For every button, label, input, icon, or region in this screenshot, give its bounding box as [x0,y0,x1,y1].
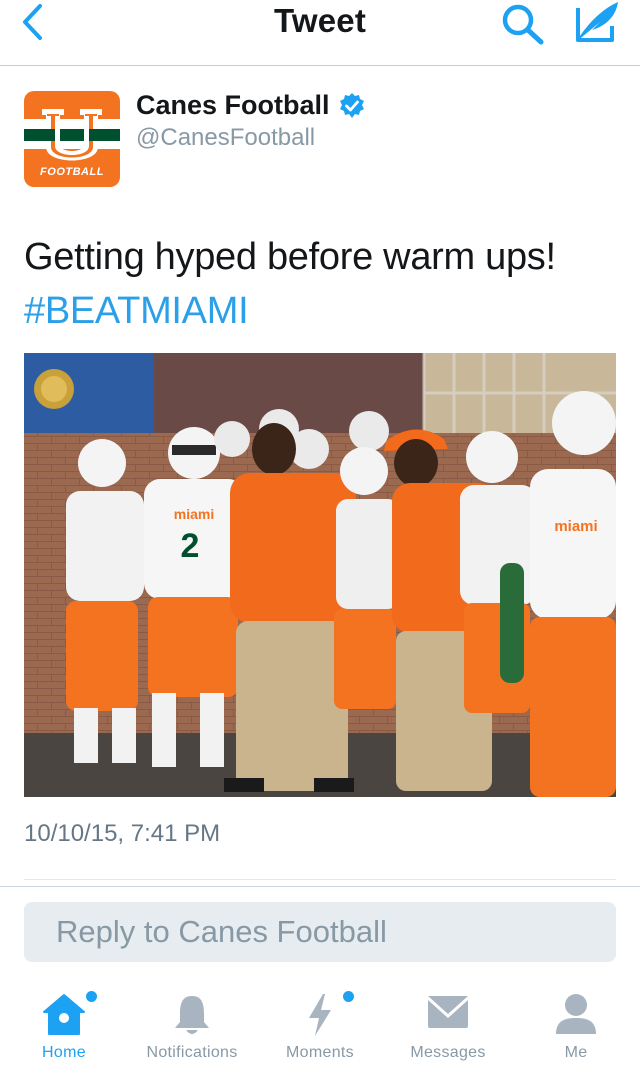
author-name-row[interactable]: Canes Football [136,90,366,121]
coach-center [224,423,356,792]
jersey-text: miami [174,506,214,522]
photo-team-tunnel: miami 2 [24,353,616,797]
tweet-text: Getting hyped before warm ups! #BEATMIAM… [24,230,624,338]
canes-football-logo: FOOTBALL [24,91,120,187]
lightning-icon [303,992,337,1038]
search-icon [500,2,546,46]
tab-label: Home [0,1044,128,1062]
nav-header: Tweet [0,0,640,66]
moments-notification-dot [343,991,354,1002]
home-icon [41,992,87,1036]
envelope-icon [426,992,470,1032]
tab-label: Notifications [128,1044,256,1062]
reply-placeholder: Reply to Canes Football [56,914,387,950]
tweet-body: Getting hyped before warm ups! [24,236,556,278]
compose-button[interactable] [572,0,622,46]
tab-bar: Home Notifications Moments Messages [0,980,640,1073]
tab-me[interactable]: Me [512,980,640,1073]
jersey-number: 2 [181,527,200,565]
svg-text:miami: miami [554,518,597,535]
tweet-photo[interactable]: miami 2 [24,353,616,797]
avatar-text: FOOTBALL [40,166,104,178]
tab-label: Messages [384,1044,512,1062]
tab-messages[interactable]: Messages [384,980,512,1073]
divider [0,886,640,887]
bell-icon [172,992,212,1038]
tweet-timestamp: 10/10/15, 7:41 PM [24,820,220,848]
tab-home[interactable]: Home [0,980,128,1073]
tab-notifications[interactable]: Notifications [128,980,256,1073]
reply-input[interactable]: Reply to Canes Football [24,902,616,962]
author-handle[interactable]: @CanesFootball [136,124,315,152]
avatar[interactable]: FOOTBALL [24,91,120,187]
tab-label: Moments [256,1044,384,1062]
divider [24,879,616,880]
person-icon [555,992,597,1036]
author-name: Canes Football [136,90,330,121]
tab-moments[interactable]: Moments [256,980,384,1073]
search-button[interactable] [500,2,546,46]
compose-feather-icon [572,0,622,46]
verified-badge-icon [338,92,366,120]
hashtag-link[interactable]: #BEATMIAMI [24,284,624,338]
tab-label: Me [512,1044,640,1062]
home-notification-dot [86,991,97,1002]
